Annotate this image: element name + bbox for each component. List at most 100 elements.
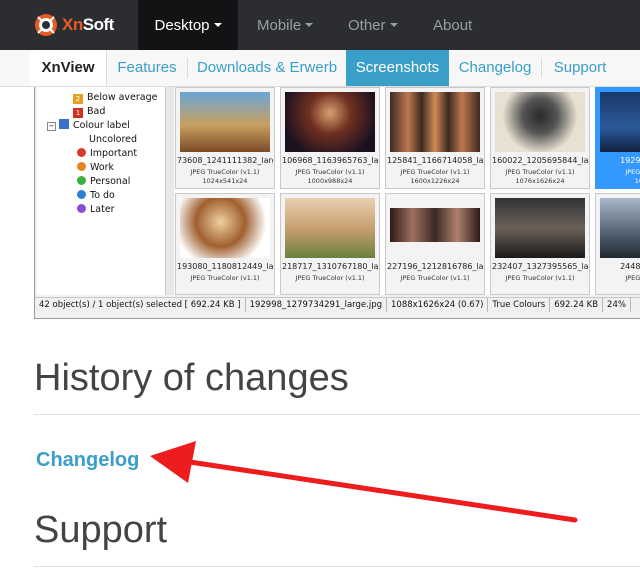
topnav-mobile-label: Mobile bbox=[257, 16, 302, 34]
color-label-dot-icon bbox=[77, 162, 86, 171]
tree-item: 2 Below average bbox=[73, 91, 158, 104]
status-zoom: 24% bbox=[603, 298, 631, 312]
tree-item-label: Bad bbox=[87, 106, 106, 117]
thumbnail-filename: 192998_127 bbox=[620, 156, 640, 165]
thumbnail: 244895_119 JPEG TrueCo bbox=[595, 193, 640, 295]
support-heading: Support bbox=[34, 509, 168, 551]
tree-item-label: Personal bbox=[90, 176, 131, 187]
logo-text-soft: Soft bbox=[82, 15, 115, 34]
folder-icon bbox=[59, 119, 69, 129]
changelog-link[interactable]: Changelog bbox=[36, 447, 139, 473]
tree-item-label: Work bbox=[90, 162, 115, 173]
thumbnail: 73608_1241111382_large JPEG TrueColor (v… bbox=[175, 87, 275, 189]
subnav-screenshots[interactable]: Screenshots bbox=[346, 50, 449, 86]
thumbnail: 160022_1205695844_la... JPEG TrueColor (… bbox=[490, 87, 590, 189]
chevron-down-icon bbox=[305, 23, 314, 27]
tree-item-label: Below average bbox=[87, 92, 158, 103]
thumbnail-filename: 227196_1212816786_la... bbox=[387, 262, 483, 271]
subnav-changelog[interactable]: Changelog bbox=[449, 50, 541, 86]
thumbnail: 193080_1180812449_la... JPEG TrueColor (… bbox=[175, 193, 275, 295]
xnsoft-logo[interactable]: XnSoft bbox=[34, 12, 114, 38]
tree-item: To do bbox=[77, 189, 115, 202]
thumbnail-image bbox=[495, 198, 585, 258]
thumbnail-format: JPEG TrueColor (v1.1) bbox=[400, 168, 470, 176]
subnav-downloads[interactable]: Downloads & Erwerb bbox=[188, 50, 346, 86]
category-tree: 2 Below average 1 Bad − Colour label Uncolo… bbox=[37, 87, 166, 295]
thumbnail-format: JPEG TrueColor (v1.1) bbox=[190, 274, 260, 282]
color-label-dot-icon bbox=[77, 176, 86, 185]
subnav-support[interactable]: Support bbox=[542, 50, 618, 86]
thumbnail-filename: 73608_1241111382_large bbox=[177, 156, 273, 165]
thumbnail-image bbox=[495, 92, 585, 152]
thumbnail-filename: 218717_1310767180_la... bbox=[282, 262, 378, 271]
thumbnail: 218717_1310767180_la... JPEG TrueColor (… bbox=[280, 193, 380, 295]
status-color-mode: True Colours bbox=[488, 298, 551, 312]
thumbnail: 125841_1166714058_la... JPEG TrueColor (… bbox=[385, 87, 485, 189]
thumbnail-dimensions: 1600x1226x24 bbox=[410, 177, 460, 185]
thumbnail-image bbox=[180, 198, 270, 258]
thumbnail-image bbox=[285, 198, 375, 258]
thumbnail-filename: 193080_1180812449_la... bbox=[177, 262, 273, 271]
thumbnail-filename: 106968_1163965763_la... bbox=[282, 156, 378, 165]
thumbnail-selected: 192998_127 JPEG TrueCo 1088x bbox=[595, 87, 640, 189]
tree-item-label: Important bbox=[90, 148, 138, 159]
top-navbar: XnSoft Desktop Mobile Other About bbox=[0, 0, 640, 50]
thumbnail-format: JPEG TrueColor (v1.1) bbox=[505, 274, 575, 282]
thumbnail-format: JPEG TrueCo bbox=[625, 274, 640, 282]
thumbnail-format: JPEG TrueColor (v1.1) bbox=[400, 274, 470, 282]
topnav-desktop-label: Desktop bbox=[154, 16, 210, 34]
topnav-other[interactable]: Other bbox=[348, 0, 398, 50]
arrow-shaft bbox=[187, 459, 578, 523]
tree-item-label: Colour label bbox=[73, 120, 130, 131]
thumbnail-image bbox=[600, 198, 640, 258]
tree-item: Work bbox=[77, 161, 114, 174]
tree-item: − Colour label bbox=[47, 119, 130, 132]
chevron-down-icon bbox=[389, 23, 398, 27]
thumbnail-format: JPEG TrueColor (v1.1) bbox=[295, 168, 365, 176]
section-divider bbox=[34, 566, 640, 567]
topnav-other-label: Other bbox=[348, 16, 386, 34]
thumbnail-format: JPEG TrueCo bbox=[625, 168, 640, 176]
subnav-features[interactable]: Features bbox=[108, 50, 186, 86]
thumbnail-dimensions: 1088x bbox=[634, 177, 640, 185]
status-filesize: 692.24 KB bbox=[550, 298, 604, 312]
thumbnail-format: JPEG TrueColor (v1.1) bbox=[295, 274, 365, 282]
thumbnail: 106968_1163965763_la... JPEG TrueColor (… bbox=[280, 87, 380, 189]
thumbnail-grid: 73608_1241111382_large JPEG TrueColor (v… bbox=[174, 87, 640, 295]
chevron-down-icon bbox=[213, 23, 222, 27]
color-label-dot-icon bbox=[77, 190, 86, 199]
thumbnail-dimensions: 1024x541x24 bbox=[202, 177, 248, 185]
thumbnail-format: JPEG TrueColor (v1.1) bbox=[505, 168, 575, 176]
xnview-screenshot: 2 Below average 1 Bad − Colour label Uncolo… bbox=[34, 87, 640, 319]
rating-icon: 2 bbox=[73, 94, 83, 104]
tree-item: Important bbox=[77, 147, 137, 160]
thumbnail-filename: 125841_1166714058_la... bbox=[387, 156, 483, 165]
thumbnail-dimensions: 1076x1626x24 bbox=[515, 177, 565, 185]
tree-item: Later bbox=[77, 203, 115, 216]
thumbnail-image bbox=[285, 92, 375, 152]
logo-text-xn: Xn bbox=[62, 15, 83, 34]
section-divider bbox=[34, 414, 640, 415]
thumbnail: 232407_1327395565_la... JPEG TrueColor (… bbox=[490, 193, 590, 295]
xnsoft-eye-icon bbox=[34, 13, 58, 37]
topnav-desktop[interactable]: Desktop bbox=[138, 0, 238, 50]
topnav-mobile[interactable]: Mobile bbox=[257, 0, 314, 50]
topnav-about[interactable]: About bbox=[433, 0, 472, 50]
tree-item: Uncolored bbox=[89, 133, 137, 146]
thumbnail-image bbox=[600, 92, 640, 152]
thumbnail: 227196_1212816786_la... JPEG TrueColor (… bbox=[385, 193, 485, 295]
tree-scrollbar bbox=[166, 87, 174, 295]
thumbnail-filename: 232407_1327395565_la... bbox=[492, 262, 588, 271]
product-subnav: XnView Features Downloads & Erwerb Scree… bbox=[0, 50, 640, 87]
status-dimensions: 1088x1626x24 (0.67) bbox=[387, 298, 489, 312]
arrow-head bbox=[150, 441, 196, 483]
thumbnail-image bbox=[390, 208, 480, 242]
collapse-icon: − bbox=[47, 122, 56, 131]
history-heading: History of changes bbox=[34, 357, 349, 399]
subnav-brand-xnview[interactable]: XnView bbox=[30, 50, 107, 86]
tree-item-label: Later bbox=[90, 204, 115, 215]
rating-icon: 1 bbox=[73, 108, 83, 118]
thumbnail-image bbox=[390, 92, 480, 152]
tree-item: 1 Bad bbox=[73, 105, 105, 118]
status-selection: 42 object(s) / 1 object(s) selected [ 69… bbox=[35, 298, 246, 312]
